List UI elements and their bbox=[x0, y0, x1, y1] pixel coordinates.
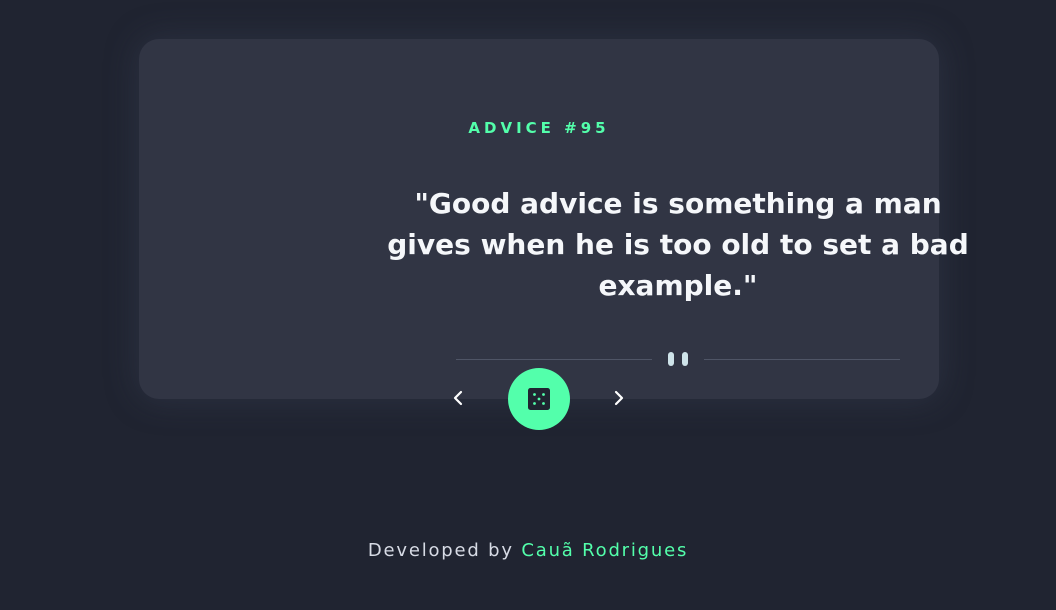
footer-prefix: Developed by bbox=[367, 540, 514, 561]
divider-line-left bbox=[456, 359, 652, 360]
quote-divider bbox=[456, 349, 900, 369]
dice-icon bbox=[528, 388, 550, 410]
chevron-right-icon bbox=[614, 390, 624, 406]
next-advice-button[interactable] bbox=[607, 386, 631, 410]
pause-icon bbox=[668, 352, 688, 366]
divider-line-right bbox=[704, 359, 900, 360]
page: ADVICE #95 "Good advice is something a m… bbox=[0, 0, 1056, 610]
advice-number: ADVICE #95 bbox=[468, 119, 610, 137]
chevron-left-icon bbox=[453, 390, 463, 406]
advice-quote: "Good advice is something a man gives wh… bbox=[387, 187, 969, 302]
previous-advice-button[interactable] bbox=[446, 386, 470, 410]
author-link[interactable]: Cauã Rodrigues bbox=[521, 540, 688, 561]
random-advice-button[interactable] bbox=[508, 368, 570, 430]
footer: Developed by Cauã Rodrigues bbox=[0, 540, 1056, 561]
advice-card: ADVICE #95 "Good advice is something a m… bbox=[139, 39, 969, 399]
